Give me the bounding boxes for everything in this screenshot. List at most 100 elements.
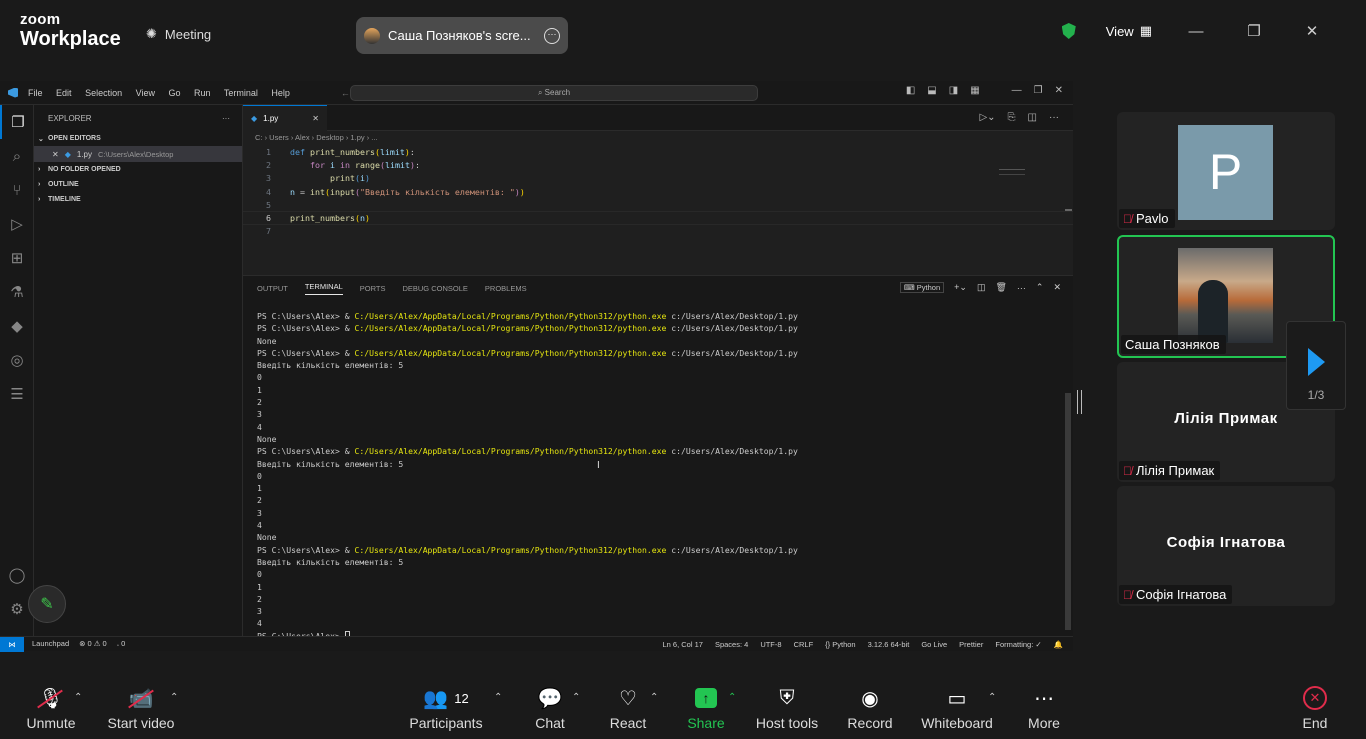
more-actions-icon[interactable]: ···: [1049, 112, 1059, 123]
more-actions-icon[interactable]: ···: [1017, 283, 1026, 293]
meeting-info-button[interactable]: ✺ Meeting: [146, 26, 211, 42]
toggle-panel-icon[interactable]: ⬓: [927, 85, 936, 96]
chevron-up-icon[interactable]: ⌃: [988, 692, 996, 703]
testing-icon[interactable]: ⚗: [0, 275, 34, 309]
chevron-up-icon[interactable]: ⌃: [728, 692, 736, 703]
toggle-sidebar-icon[interactable]: ◧: [906, 85, 915, 96]
more-actions-icon[interactable]: ···: [222, 114, 230, 123]
status-formatting[interactable]: Formatting: ✓: [995, 640, 1041, 649]
code-area[interactable]: 1 def print_numbers(limit): 2 for i in ra…: [243, 145, 1073, 238]
close-panel-icon[interactable]: ✕: [1053, 282, 1061, 293]
chat-button[interactable]: 💬 Chat ⌃: [528, 684, 580, 732]
status-go-live[interactable]: Go Live: [921, 640, 947, 649]
terminal-profile[interactable]: ⌨ Python: [899, 282, 945, 293]
source-control-icon[interactable]: ⑂: [0, 173, 34, 207]
outline-icon[interactable]: ☰: [0, 377, 34, 411]
tab-ports[interactable]: PORTS: [360, 284, 386, 293]
toggle-secondary-icon[interactable]: ◨: [949, 85, 958, 96]
bell-icon[interactable]: 🔔: [1054, 640, 1063, 649]
customize-layout-icon[interactable]: ▦: [970, 85, 979, 96]
view-button[interactable]: View ▦: [1106, 23, 1152, 39]
split-view-handle[interactable]: [1077, 390, 1082, 414]
next-page-arrow-icon[interactable]: [1307, 348, 1325, 376]
status-launchpad[interactable]: Launchpad: [32, 639, 69, 649]
more-button[interactable]: ⋯ More: [1026, 684, 1062, 732]
account-icon[interactable]: ◯: [0, 558, 34, 592]
end-meeting-button[interactable]: ✕ End: [1300, 684, 1330, 731]
tab-1py[interactable]: ◆ 1.py ✕: [243, 105, 327, 131]
terminal-output[interactable]: PS C:\Users\Alex> & C:/Users/Alex/AppDat…: [243, 301, 1073, 642]
run-debug-icon[interactable]: ▷: [0, 207, 34, 241]
chevron-up-icon[interactable]: ⌃: [74, 692, 82, 703]
vs-restore-icon[interactable]: ❐: [1034, 85, 1043, 96]
participant-tile[interactable]: Софія Ігнатова 🎙̸ Софія Ігнатова: [1117, 486, 1335, 606]
status-interpreter[interactable]: 3.12.6 64-bit: [868, 640, 910, 649]
tab-terminal[interactable]: TERMINAL: [304, 282, 343, 295]
menu-view[interactable]: View: [136, 88, 155, 98]
timeline-section[interactable]: › TIMELINE: [34, 192, 242, 207]
share-button[interactable]: ↑ Share ⌃: [684, 684, 736, 731]
no-folder-section[interactable]: › NO FOLDER OPENED: [34, 162, 242, 177]
split-terminal-icon[interactable]: ◫: [977, 282, 986, 293]
run-file-icon[interactable]: ▷⌄: [979, 112, 995, 123]
tab-output[interactable]: OUTPUT: [257, 284, 288, 293]
split-editor-icon[interactable]: ◫: [1028, 112, 1037, 123]
close-button[interactable]: ✕: [1298, 22, 1326, 40]
chevron-up-icon[interactable]: ⌃: [572, 692, 580, 703]
open-editor-item[interactable]: ✕ ◆ 1.py C:\Users\Alex\Desktop: [34, 146, 242, 162]
status-prettier[interactable]: Prettier: [959, 640, 983, 649]
new-terminal-icon[interactable]: +⌄: [954, 282, 967, 293]
open-changes-icon[interactable]: ⎘: [1008, 112, 1016, 123]
status-indent[interactable]: Spaces: 4: [715, 640, 748, 649]
participant-tile[interactable]: P 🎙̸ Pavlo: [1117, 112, 1335, 230]
menu-go[interactable]: Go: [168, 88, 180, 98]
remote-icon[interactable]: ⋈: [0, 636, 24, 652]
command-search[interactable]: ⌕ Search: [350, 85, 758, 101]
menu-file[interactable]: File: [28, 88, 43, 98]
status-language[interactable]: {} Python: [825, 640, 855, 649]
menu-terminal[interactable]: Terminal: [224, 88, 258, 98]
whiteboard-button[interactable]: ▭ Whiteboard ⌃: [918, 684, 996, 732]
close-tab-icon[interactable]: ✕: [312, 114, 319, 123]
tab-debug-console[interactable]: DEBUG CONSOLE: [402, 284, 467, 293]
start-video-button[interactable]: 📹 Start video ⌃: [104, 684, 179, 732]
terminal-scrollbar[interactable]: [1065, 393, 1071, 630]
screen-share-pill[interactable]: Саша Позняков's scre... ···: [356, 17, 568, 54]
security-shield-icon[interactable]: [1061, 23, 1076, 39]
tab-problems[interactable]: PROBLEMS: [485, 284, 527, 293]
gallery-pager[interactable]: 1/3: [1286, 321, 1346, 410]
restore-button[interactable]: ❐: [1240, 22, 1268, 40]
status-encoding[interactable]: UTF-8: [760, 640, 781, 649]
timeline-icon[interactable]: ◎: [0, 343, 34, 377]
trash-icon[interactable]: 🗑: [995, 282, 1006, 293]
menu-help[interactable]: Help: [271, 88, 290, 98]
chevron-up-icon[interactable]: ⌃: [494, 692, 502, 703]
status-problems[interactable]: ⊗ 0 ⚠ 0: [79, 639, 107, 649]
participants-button[interactable]: 👥 12 Participants ⌃: [406, 684, 502, 732]
chevron-up-icon[interactable]: ⌃: [170, 692, 178, 703]
status-ports[interactable]: 𝆹 0: [117, 639, 126, 649]
unmute-button[interactable]: 🎙 Unmute ⌃: [24, 684, 82, 732]
host-tools-button[interactable]: ⛨ Host tools: [752, 684, 822, 732]
status-eol[interactable]: CRLF: [794, 640, 814, 649]
extensions-icon[interactable]: ⊞: [0, 241, 34, 275]
docker-icon[interactable]: ◆: [0, 309, 34, 343]
breadcrumb[interactable]: C: › Users › Alex › Desktop › 1.py › ...: [243, 131, 1073, 145]
chevron-up-icon[interactable]: ⌃: [650, 692, 658, 703]
status-cursor-position[interactable]: Ln 6, Col 17: [663, 640, 703, 649]
editor-scrollbar[interactable]: [1065, 209, 1072, 211]
vs-close-icon[interactable]: ✕: [1055, 85, 1063, 96]
annotate-pen-icon[interactable]: ✎: [28, 585, 66, 623]
explorer-icon[interactable]: ❐: [0, 105, 34, 139]
outline-section[interactable]: › OUTLINE: [34, 177, 242, 192]
minimize-button[interactable]: —: [1182, 23, 1210, 40]
open-editors-section[interactable]: ⌄ OPEN EDITORS: [34, 131, 242, 146]
vs-minimize-icon[interactable]: —: [1012, 85, 1022, 96]
menu-edit[interactable]: Edit: [56, 88, 72, 98]
search-view-icon[interactable]: ⌕: [0, 139, 34, 173]
more-options-icon[interactable]: ···: [544, 27, 560, 44]
maximize-panel-icon[interactable]: ⌃: [1036, 282, 1044, 293]
menu-run[interactable]: Run: [194, 88, 211, 98]
record-button[interactable]: ◉ Record: [846, 684, 894, 732]
minimap[interactable]: [999, 169, 1025, 175]
